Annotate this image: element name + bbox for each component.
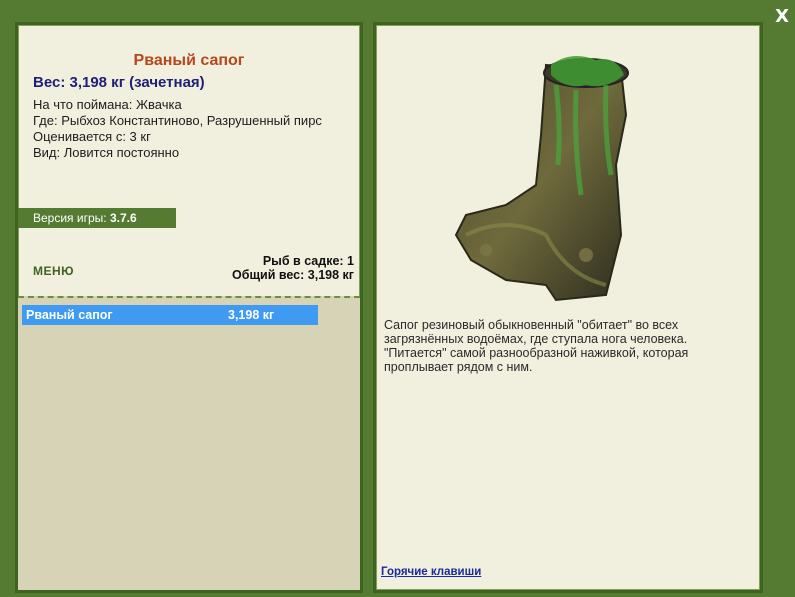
version-value: 3.7.6	[109, 211, 137, 225]
close-icon[interactable]: X	[775, 6, 789, 27]
fish-description: Сапог резиновый обыкновенный "обитает" в…	[384, 318, 689, 374]
list-item-weight: 3,198 кг	[228, 308, 275, 322]
price-info: Оценивается с: 3 кг	[33, 129, 151, 144]
version-badge: Версия игры: 3.7.6	[18, 208, 176, 228]
version-label: Версия игры:	[33, 211, 107, 225]
fish-weight: Вес: 3,198 кг (зачетная)	[33, 74, 205, 91]
catch-stats: Рыб в садке: 1 Общий вес: 3,198 кг	[232, 254, 354, 282]
hotkeys-link[interactable]: Горячие клавиши	[381, 566, 481, 578]
type-info: Вид: Ловится постоянно	[33, 145, 180, 160]
fish-details: На что поймана: Жвачка Где: Рыбхоз Конст…	[33, 97, 353, 161]
list-item-name: Рваный сапог	[26, 308, 113, 322]
fish-title: Рваный сапог	[133, 52, 245, 69]
fish-count: Рыб в садке: 1	[262, 254, 354, 268]
catch-list: Рваный сапог 3,198 кг	[18, 296, 360, 590]
list-item[interactable]: Рваный сапог 3,198 кг	[22, 305, 318, 325]
fish-info-panel: Рваный сапог Вес: 3,198 кг (зачетная) На…	[15, 22, 363, 593]
fish-description-panel: Сапог резиновый обыкновенный "обитает" в…	[373, 22, 763, 593]
torn-boot-image	[454, 56, 629, 302]
menu-button[interactable]: МЕНЮ	[33, 264, 74, 278]
bait-info: На что поймана: Жвачка	[33, 97, 182, 112]
location-info: Где: Рыбхоз Константиново, Разрушенный п…	[33, 113, 322, 128]
total-weight: Общий вес: 3,198 кг	[232, 268, 354, 282]
